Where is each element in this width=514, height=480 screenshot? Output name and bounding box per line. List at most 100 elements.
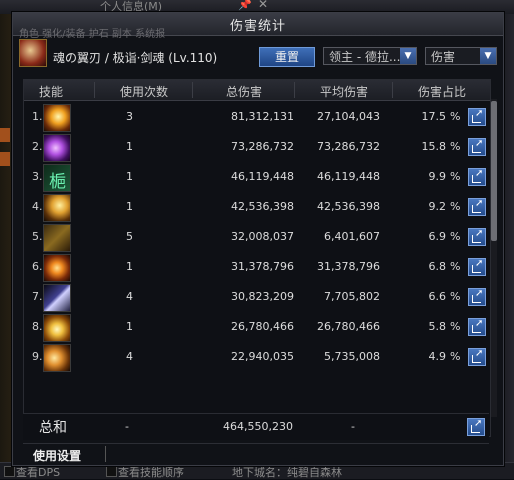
table-row: 2. 1 73,286,732 73,286,732 15.8 % (24, 132, 490, 162)
table-row: 8. 1 26,780,466 26,780,466 5.8 % (24, 312, 490, 342)
skill-icon (43, 224, 71, 252)
skill-icon (43, 104, 71, 132)
window-title: 伤害统计 (229, 19, 286, 34)
chevron-down-icon[interactable]: ▼ (400, 48, 416, 64)
target-dropdown-value: 领主 - 德拉... (329, 50, 401, 64)
row-total-damage: 31,378,796 (231, 260, 294, 273)
header-divider (392, 82, 393, 98)
share-icon[interactable] (468, 258, 486, 276)
row-average-damage: 7,705,802 (324, 290, 380, 303)
row-average-damage: 73,286,732 (317, 140, 380, 153)
row-index: 4. (32, 200, 43, 213)
row-damage-share: 5.8 (428, 320, 447, 333)
row-percent-sign: % (450, 110, 461, 123)
row-average-damage: 27,104,043 (317, 110, 380, 123)
row-uses: 1 (126, 140, 133, 153)
row-damage-share: 9.9 (428, 170, 447, 183)
metric-dropdown-value: 伤害 (431, 50, 456, 64)
row-average-damage: 6,401,607 (324, 230, 380, 243)
row-index: 5. (32, 230, 43, 243)
row-total-damage: 22,940,035 (231, 350, 294, 363)
row-average-damage: 46,119,448 (317, 170, 380, 183)
header-divider (192, 82, 193, 98)
table-row: 7. 4 30,823,209 7,705,802 6.6 % (24, 282, 490, 312)
row-index: 6. (32, 260, 43, 273)
row-total-damage: 26,780,466 (231, 320, 294, 333)
share-icon[interactable] (468, 288, 486, 306)
row-uses: 1 (126, 170, 133, 183)
row-uses: 5 (126, 230, 133, 243)
table-row: 6. 1 31,378,796 31,378,796 6.8 % (24, 252, 490, 282)
reset-button[interactable]: 重置 (259, 47, 315, 67)
table-row: 1. 3 81,312,131 27,104,043 17.5 % (24, 102, 490, 132)
total-label: 总和 (39, 420, 67, 436)
metric-dropdown[interactable]: 伤害 ▼ (425, 47, 497, 65)
skill-icon (43, 254, 71, 282)
share-icon[interactable] (468, 138, 486, 156)
row-index: 8. (32, 320, 43, 333)
row-uses: 1 (126, 320, 133, 333)
row-damage-share: 15.8 (421, 140, 447, 153)
background-glow-icon (0, 128, 10, 142)
row-uses: 1 (126, 200, 133, 213)
row-damage-share: 4.9 (428, 350, 447, 363)
row-damage-share: 9.2 (428, 200, 447, 213)
usage-settings-tab[interactable]: 使用设置 (33, 447, 81, 464)
row-index: 2. (32, 140, 43, 153)
skill-icon (43, 194, 71, 222)
header-uses: 使用次数 (119, 85, 168, 99)
row-total-damage: 81,312,131 (231, 110, 294, 123)
row-average-damage: 26,780,466 (317, 320, 380, 333)
row-percent-sign: % (450, 260, 461, 273)
row-percent-sign: % (450, 320, 461, 333)
skill-icon (43, 314, 71, 342)
table-row: 9. 4 22,940,035 5,735,008 4.9 % (24, 342, 490, 372)
window-titlebar[interactable]: 角色 强化/装备 护石 副本 系统报 伤害统计 (13, 13, 503, 40)
close-icon[interactable]: ✕ (258, 0, 268, 11)
skill-icon (43, 284, 71, 312)
total-uses: - (125, 420, 129, 433)
total-damage: 464,550,230 (223, 420, 293, 433)
row-average-damage: 31,378,796 (317, 260, 380, 273)
footer-bar: 使用设置 (23, 443, 489, 464)
header-average-damage: 平均伤害 (319, 85, 368, 99)
row-index: 1. (32, 110, 43, 123)
footer-divider (105, 446, 106, 462)
row-uses: 3 (126, 110, 133, 123)
share-icon[interactable] (468, 198, 486, 216)
table-header: 技能 使用次数 总伤害 平均伤害 伤害占比 (24, 80, 490, 101)
header-skill: 技能 (38, 85, 63, 99)
row-percent-sign: % (450, 230, 461, 243)
target-dropdown[interactable]: 领主 - 德拉... ▼ (323, 47, 417, 65)
row-total-damage: 32,008,037 (231, 230, 294, 243)
row-uses: 1 (126, 260, 133, 273)
row-damage-share: 6.9 (428, 230, 447, 243)
share-icon[interactable] (468, 318, 486, 336)
skill-icon (43, 344, 71, 372)
row-uses: 4 (126, 290, 133, 303)
share-icon[interactable] (468, 348, 486, 366)
share-icon[interactable] (468, 228, 486, 246)
header-damage-share: 伤害占比 (417, 85, 466, 99)
background-glow-icon (0, 152, 10, 166)
skill-icon (43, 134, 71, 162)
checkbox-skill-order[interactable] (106, 466, 117, 477)
row-average-damage: 42,536,398 (317, 200, 380, 213)
total-average: - (351, 420, 355, 433)
share-icon[interactable] (468, 168, 486, 186)
share-icon[interactable] (467, 418, 485, 436)
damage-stats-window: 角色 强化/装备 护石 副本 系统报 伤害统计 魂の翼刃 / 极诣·剑魂 (Lv… (12, 12, 504, 466)
header-divider (94, 82, 95, 98)
row-percent-sign: % (450, 170, 461, 183)
scrollbar-thumb[interactable] (491, 101, 497, 241)
damage-table: 技能 使用次数 总伤害 平均伤害 伤害占比 1. 3 81,312,131 27… (23, 79, 491, 437)
row-index: 9. (32, 350, 43, 363)
row-percent-sign: % (450, 140, 461, 153)
checkbox-dps[interactable] (4, 466, 15, 477)
chevron-down-icon[interactable]: ▼ (480, 48, 496, 64)
total-row: 总和 - 464,550,230 - (23, 413, 489, 440)
row-uses: 4 (126, 350, 133, 363)
skill-icon (43, 164, 71, 192)
share-icon[interactable] (468, 108, 486, 126)
row-percent-sign: % (450, 350, 461, 363)
